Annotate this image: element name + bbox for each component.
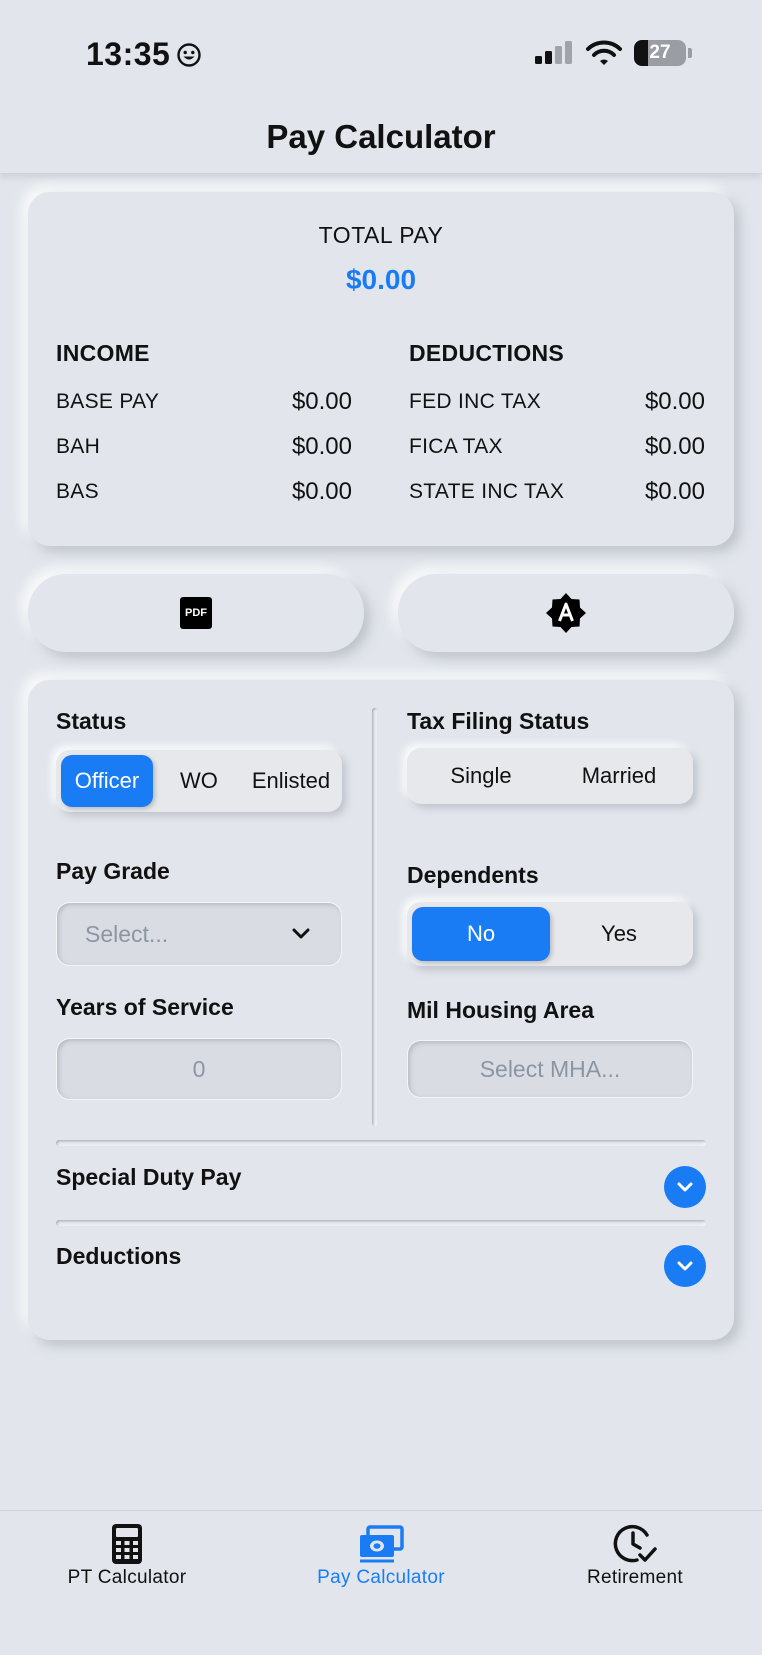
status-icons: 27 (534, 40, 692, 66)
income-row-base-pay: BASE PAY $0.00 (56, 379, 352, 424)
clock-check-icon (613, 1524, 657, 1563)
tab-label: Pay Calculator (317, 1567, 445, 1588)
cellular-signal-icon (535, 41, 572, 64)
years-of-service-input[interactable]: 0 (56, 1038, 342, 1100)
battery-icon: 27 (634, 40, 686, 66)
deduction-value: $0.00 (644, 432, 705, 460)
income-row-bah: BAH $0.00 (56, 424, 352, 469)
export-pdf-button[interactable]: PDF (28, 574, 364, 652)
calculator-icon (112, 1524, 142, 1564)
section-divider (56, 1140, 706, 1146)
wifi-icon (586, 40, 622, 65)
deduction-label: FED INC TAX (409, 389, 542, 413)
mil-housing-area-label: Mil Housing Area (407, 997, 594, 1023)
chevron-down-icon (677, 1261, 693, 1271)
status-label: Status (56, 708, 127, 734)
deduction-label: FICA TAX (409, 434, 503, 458)
section-divider (56, 1220, 706, 1226)
brightness-auto-icon (546, 593, 586, 633)
income-value: $0.00 (291, 432, 352, 460)
tax-option-single[interactable]: Single (412, 753, 550, 799)
tax-filing-segmented-control: Single Married (407, 748, 693, 804)
tab-pay-calculator[interactable]: Pay Calculator (271, 1523, 491, 1589)
status-option-enlisted[interactable]: Enlisted (245, 755, 337, 807)
status-option-wo[interactable]: WO (153, 755, 245, 807)
mha-select[interactable]: Select MHA... (407, 1040, 693, 1098)
deduction-row-fica-tax: FICA TAX $0.00 (409, 424, 705, 469)
tax-filing-status-label: Tax Filing Status (407, 708, 590, 734)
status-time: 13:35 (86, 36, 202, 73)
deduction-value: $0.00 (644, 387, 705, 415)
income-value: $0.00 (291, 477, 352, 505)
pay-summary-card: TOTAL PAY $0.00 INCOME BASE PAY $0.00 BA… (28, 192, 734, 546)
status-segmented-control: Officer WO Enlisted (56, 750, 342, 812)
status-option-officer[interactable]: Officer (61, 755, 153, 807)
time-text: 13:35 (86, 36, 171, 72)
deduction-value: $0.00 (644, 477, 705, 505)
status-bar: 13:35 27 (0, 0, 762, 100)
appearance-button[interactable] (398, 574, 734, 652)
chevron-down-icon (677, 1182, 693, 1192)
tab-pt-calculator[interactable]: PT Calculator (17, 1523, 237, 1589)
deductions-expand-button[interactable] (664, 1245, 706, 1287)
deduction-row-state-inc-tax: STATE INC TAX $0.00 (409, 469, 705, 514)
chevron-down-icon (292, 928, 310, 939)
dependents-label: Dependents (407, 862, 539, 888)
income-row-bas: BAS $0.00 (56, 469, 352, 514)
deduction-label: STATE INC TAX (409, 479, 565, 503)
income-column: INCOME BASE PAY $0.00 BAH $0.00 BAS $0.0… (56, 340, 352, 514)
pay-grade-label: Pay Grade (56, 858, 170, 884)
tax-option-married[interactable]: Married (550, 753, 688, 799)
total-pay-label: TOTAL PAY (318, 222, 444, 248)
income-label: BAS (56, 479, 99, 503)
special-duty-pay-label: Special Duty Pay (56, 1164, 242, 1190)
tab-bar: PT Calculator Pay Calculator Retirement (0, 1510, 762, 1655)
income-title: INCOME (56, 340, 150, 366)
pay-grade-placeholder: Select... (85, 920, 169, 947)
dependents-segmented-control: No Yes (407, 902, 693, 966)
page-title: Pay Calculator (266, 117, 496, 155)
pdf-icon: PDF (180, 597, 212, 629)
screen: 13:35 27 Pay Calculator TOTAL PAY $0.00 … (0, 0, 762, 1655)
income-label: BASE PAY (56, 389, 160, 413)
income-value: $0.00 (291, 387, 352, 415)
tab-label: Retirement (587, 1567, 683, 1588)
deductions-section-label: Deductions (56, 1243, 182, 1269)
deductions-title: DEDUCTIONS (409, 340, 565, 366)
battery-level: 27 (649, 42, 671, 63)
income-label: BAH (56, 434, 101, 458)
total-pay-value: $0.00 (345, 264, 417, 295)
tab-label: PT Calculator (67, 1567, 187, 1588)
money-icon (360, 1525, 404, 1563)
tab-retirement[interactable]: Retirement (525, 1523, 745, 1589)
years-of-service-label: Years of Service (56, 994, 234, 1020)
deductions-column: DEDUCTIONS FED INC TAX $0.00 FICA TAX $0… (409, 340, 705, 514)
battery-cap (688, 48, 692, 58)
pay-grade-select[interactable]: Select... (56, 902, 342, 966)
battery-fill (634, 40, 648, 66)
pay-inputs-card: Status Officer WO Enlisted Pay Grade Sel… (28, 680, 734, 1340)
column-divider (372, 708, 377, 1126)
dependents-option-no[interactable]: No (412, 907, 550, 961)
dependents-option-yes[interactable]: Yes (550, 907, 688, 961)
smiley-icon (177, 42, 202, 67)
deduction-row-fed-inc-tax: FED INC TAX $0.00 (409, 379, 705, 424)
nav-header: Pay Calculator (0, 100, 762, 174)
special-duty-pay-expand-button[interactable] (664, 1166, 706, 1208)
